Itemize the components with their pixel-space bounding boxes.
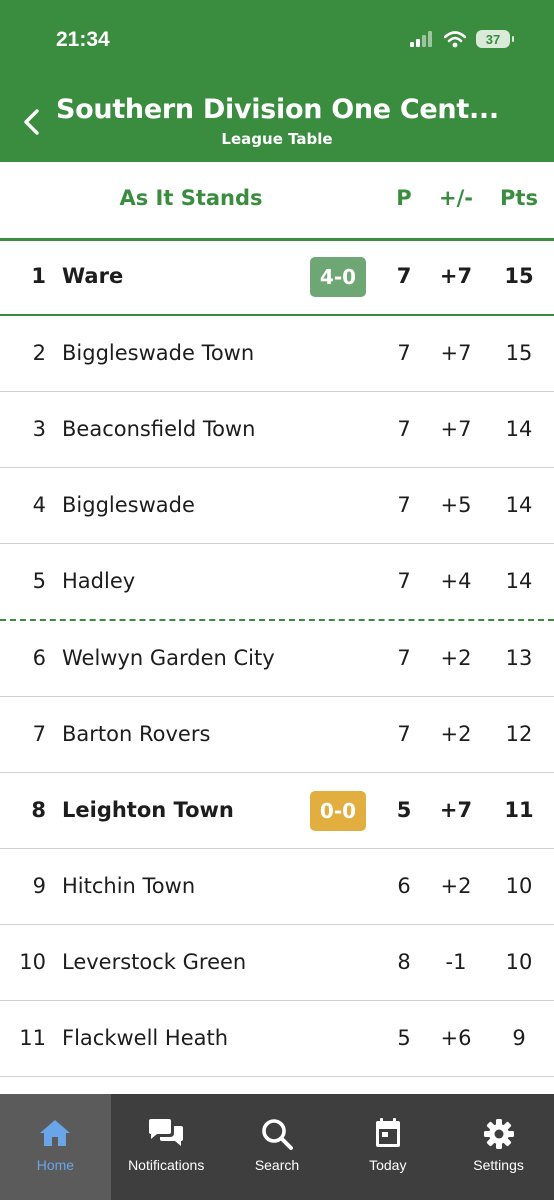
position-cell: 8 [31, 798, 46, 822]
team-name: Hitchin Town [62, 874, 196, 898]
team-name: Beaconsfield Town [62, 417, 256, 441]
played-cell: 7 [397, 493, 411, 517]
position-cell: 4 [32, 493, 46, 517]
table-row[interactable]: 3 Beaconsfield Town 7 +7 14 [0, 392, 554, 468]
team-name: Barton Rovers [62, 722, 211, 746]
table-row[interactable]: 4 Biggleswade 7 +5 14 [0, 468, 554, 544]
position-cell: 7 [32, 722, 46, 746]
tab-settings[interactable]: Settings [443, 1094, 554, 1200]
goal-difference-cell: +2 [440, 646, 472, 670]
position-cell: 9 [32, 874, 46, 898]
team-name: Ware [62, 264, 124, 288]
search-icon [222, 1118, 333, 1150]
points-cell: 10 [505, 874, 533, 898]
position-cell: 6 [32, 646, 46, 670]
team-name: Biggleswade [62, 493, 195, 517]
app-header: 21:34 37 Southern Division One Cent... L… [0, 0, 554, 162]
team-name: Biggleswade Town [62, 341, 255, 365]
page-title: Southern Division One Cent... [56, 94, 499, 125]
goal-difference-cell: -1 [445, 950, 467, 974]
points-cell: 14 [505, 493, 533, 517]
header-points: Pts [500, 186, 538, 210]
table-row[interactable]: 8 Leighton Town 5 +7 11 0-0 [0, 773, 554, 849]
goal-difference-cell: +2 [440, 874, 472, 898]
signal-icon [410, 31, 432, 47]
played-cell: 6 [397, 874, 411, 898]
gear-icon [443, 1118, 554, 1150]
position-cell: 1 [31, 264, 46, 288]
played-cell: 7 [396, 264, 412, 288]
tab-label: Search [254, 1157, 300, 1173]
points-cell: 12 [505, 722, 533, 746]
played-cell: 5 [396, 798, 412, 822]
tab-label: Today [369, 1157, 407, 1173]
points-cell: 11 [504, 798, 534, 822]
home-icon [0, 1118, 111, 1148]
table-row[interactable]: 10 Leverstock Green 8 -1 10 [0, 925, 554, 1001]
table-header: As It Stands P +/- Pts [0, 162, 554, 241]
league-table: 1 Ware 7 +7 15 4-0 2 Biggleswade Town 7 +7 15 3 Beac… [0, 239, 554, 1077]
page-subtitle: League Table [221, 130, 333, 148]
header-goal-difference: +/- [439, 186, 473, 210]
table-row[interactable]: 9 Hitchin Town 6 +2 10 [0, 849, 554, 925]
live-score-badge: 4-0 [310, 257, 366, 297]
team-name: Flackwell Heath [62, 1026, 229, 1050]
points-cell: 14 [505, 569, 533, 593]
tab-label: Settings [473, 1157, 524, 1173]
team-name: Welwyn Garden City [62, 646, 275, 670]
header-team: As It Stands [119, 186, 263, 210]
points-cell: 9 [512, 1026, 526, 1050]
tab-home[interactable]: Home [0, 1094, 111, 1200]
status-time: 21:34 [56, 28, 110, 51]
tab-search[interactable]: Search [222, 1094, 333, 1200]
goal-difference-cell: +7 [440, 417, 472, 441]
position-cell: 3 [32, 417, 46, 441]
wifi-icon [444, 30, 466, 47]
tab-notifications[interactable]: Notifications [111, 1094, 222, 1200]
position-cell: 2 [32, 341, 46, 365]
calendar-icon [332, 1118, 443, 1148]
battery-indicator: 37 [476, 30, 514, 48]
table-row[interactable]: 6 Welwyn Garden City 7 +2 13 [0, 621, 554, 697]
tab-label: Home [36, 1157, 75, 1173]
goal-difference-cell: +4 [440, 569, 472, 593]
tab-label: Notifications [128, 1157, 205, 1173]
status-icons: 37 [410, 30, 514, 48]
points-cell: 15 [504, 264, 534, 288]
table-row[interactable]: 2 Biggleswade Town 7 +7 15 [0, 316, 554, 392]
goal-difference-cell: +7 [440, 341, 472, 365]
position-cell: 10 [19, 950, 46, 974]
team-name: Hadley [62, 569, 136, 593]
team-name: Leverstock Green [62, 950, 247, 974]
played-cell: 7 [397, 722, 411, 746]
played-cell: 5 [397, 1026, 411, 1050]
points-cell: 10 [505, 950, 533, 974]
table-row[interactable]: 7 Barton Rovers 7 +2 12 [0, 697, 554, 773]
played-cell: 7 [397, 646, 411, 670]
goal-difference-cell: +6 [440, 1026, 472, 1050]
played-cell: 7 [397, 341, 411, 365]
goal-difference-cell: +7 [439, 798, 473, 822]
points-cell: 13 [505, 646, 533, 670]
position-cell: 5 [32, 569, 46, 593]
tab-bar: Home Notifications Search Today Settings [0, 1094, 554, 1200]
team-name: Leighton Town [62, 798, 234, 822]
played-cell: 7 [397, 417, 411, 441]
goal-difference-cell: +5 [440, 493, 472, 517]
goal-difference-cell: +2 [440, 722, 472, 746]
table-row[interactable]: 1 Ware 7 +7 15 4-0 [0, 239, 554, 316]
played-cell: 7 [397, 569, 411, 593]
table-row[interactable]: 11 Flackwell Heath 5 +6 9 [0, 1001, 554, 1077]
live-score-badge: 0-0 [310, 791, 366, 831]
points-cell: 15 [505, 341, 533, 365]
header-played: P [396, 186, 412, 210]
chat-bubbles-icon [111, 1118, 222, 1150]
points-cell: 14 [505, 417, 533, 441]
played-cell: 8 [397, 950, 411, 974]
position-cell: 11 [19, 1026, 46, 1050]
goal-difference-cell: +7 [439, 264, 473, 288]
table-row[interactable]: 5 Hadley 7 +4 14 [0, 544, 554, 621]
tab-today[interactable]: Today [332, 1094, 443, 1200]
